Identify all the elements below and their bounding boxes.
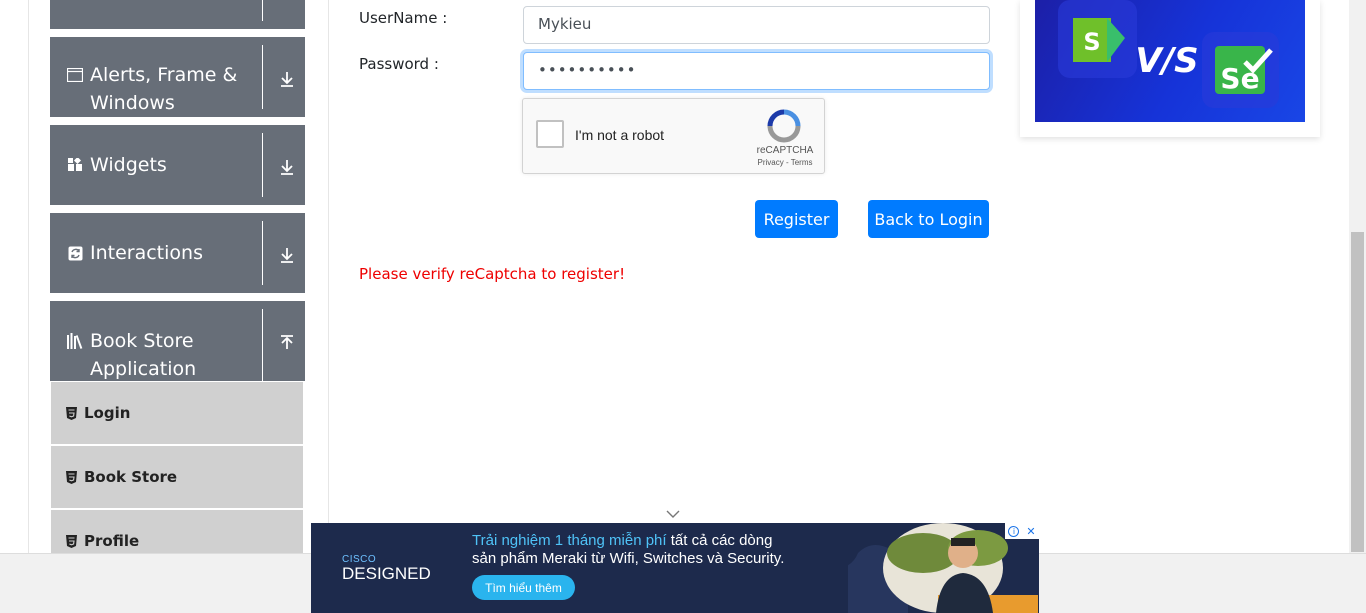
sidebar-group-label: Book Store	[90, 330, 194, 352]
download-arrow-icon	[281, 72, 293, 87]
sidebar-item-label: Book Store	[84, 468, 178, 486]
ad-brand-main: DESIGNED	[342, 564, 431, 583]
sidebar-group-label-line2: Windows	[90, 92, 175, 114]
group-header: Alerts, Frame & Windows	[66, 61, 237, 117]
group-header: Interactions	[66, 239, 203, 267]
sidebar-group-bookstore[interactable]: Book Store Application	[50, 301, 305, 389]
ad-left-letter: S	[1083, 28, 1100, 56]
interactions-icon	[66, 244, 84, 262]
upload-arrow-icon	[281, 335, 293, 349]
back-to-login-button[interactable]: Back to Login	[868, 200, 989, 238]
sidebar-item-label: Profile	[84, 532, 140, 550]
ad-info-icon[interactable]: i	[1008, 525, 1020, 537]
group-divider	[262, 133, 263, 197]
register-button[interactable]: Register	[755, 200, 838, 238]
window-icon	[66, 66, 84, 84]
recaptcha-logo-icon	[767, 109, 801, 143]
html5-icon	[65, 470, 78, 484]
group-header: Book Store Application	[66, 327, 196, 383]
download-arrow-icon	[281, 248, 293, 263]
right-ad-card[interactable]: S V/S Se	[1020, 0, 1320, 137]
sidebar-item-book-store[interactable]: Book Store	[51, 446, 303, 508]
ad-line-2: sản phẩm Meraki từ Wifi, Switches và Sec…	[472, 550, 785, 567]
sidebar-group-label: Interactions	[90, 242, 203, 264]
ad-highlight: Trải nghiệm 1 tháng miễn phí	[472, 532, 667, 549]
captcha-label: I'm not a robot	[575, 127, 665, 143]
ad-line-1-rest: tất cả các dòng	[666, 532, 773, 549]
ad-close-icon[interactable]: ✕	[1026, 525, 1035, 538]
group-divider	[262, 309, 263, 389]
left-divider	[28, 0, 29, 553]
ad-cta-button[interactable]: Tìm hiểu thêm	[472, 575, 575, 600]
captcha-terms-link[interactable]: Privacy - Terms	[753, 158, 817, 167]
ad-image: S V/S Se	[1035, 0, 1305, 122]
sidebar-group-widgets[interactable]: Widgets	[50, 125, 305, 205]
chevron-down-icon[interactable]	[666, 509, 680, 519]
group-header: Widgets	[66, 151, 167, 179]
captcha-checkbox[interactable]	[536, 120, 564, 148]
sidebar-group-alerts[interactable]: Alerts, Frame & Windows	[50, 37, 305, 117]
sidebar-group-label-line2: Application	[90, 358, 197, 380]
group-divider	[262, 221, 263, 285]
ad-line-1: Trải nghiệm 1 tháng miễn phí tất cả các …	[472, 532, 772, 549]
sidebar-group-interactions[interactable]: Interactions	[50, 213, 305, 293]
group-divider	[262, 0, 263, 21]
error-message: Please verify reCaptcha to register!	[359, 265, 626, 283]
captcha-brand: reCAPTCHA	[756, 145, 814, 156]
recaptcha-widget: I'm not a robot reCAPTCHA Privacy - Term…	[522, 98, 825, 174]
page: Alerts, Frame & Windows Widgets Interacti…	[0, 0, 1366, 613]
sidebar-group-cropped[interactable]	[50, 0, 305, 29]
download-arrow-icon	[281, 160, 293, 175]
ad-close-controls[interactable]: i ✕	[1005, 523, 1039, 539]
username-label: UserName :	[359, 9, 448, 27]
password-input[interactable]: ••••••••••	[523, 52, 990, 90]
sidebar-group-label: Widgets	[90, 154, 167, 176]
sidebar-item-login[interactable]: Login	[51, 382, 303, 444]
html5-icon	[65, 534, 78, 548]
username-input[interactable]: Mykieu	[523, 6, 990, 44]
bottom-banner-ad[interactable]: CISCO DESIGNED Trải nghiệm 1 tháng miễn …	[311, 523, 1039, 613]
ad-vs-text: V/S	[1135, 41, 1198, 81]
sidebar-divider	[328, 0, 329, 553]
password-label: Password :	[359, 55, 439, 73]
sidebar-group-label: Alerts, Frame &	[90, 64, 238, 86]
widgets-grid-icon	[66, 156, 84, 174]
sidebar-item-label: Login	[84, 404, 131, 422]
html5-icon	[65, 406, 78, 420]
scrollbar-thumb[interactable]	[1351, 232, 1364, 552]
group-divider	[262, 45, 263, 109]
books-icon	[66, 332, 84, 350]
